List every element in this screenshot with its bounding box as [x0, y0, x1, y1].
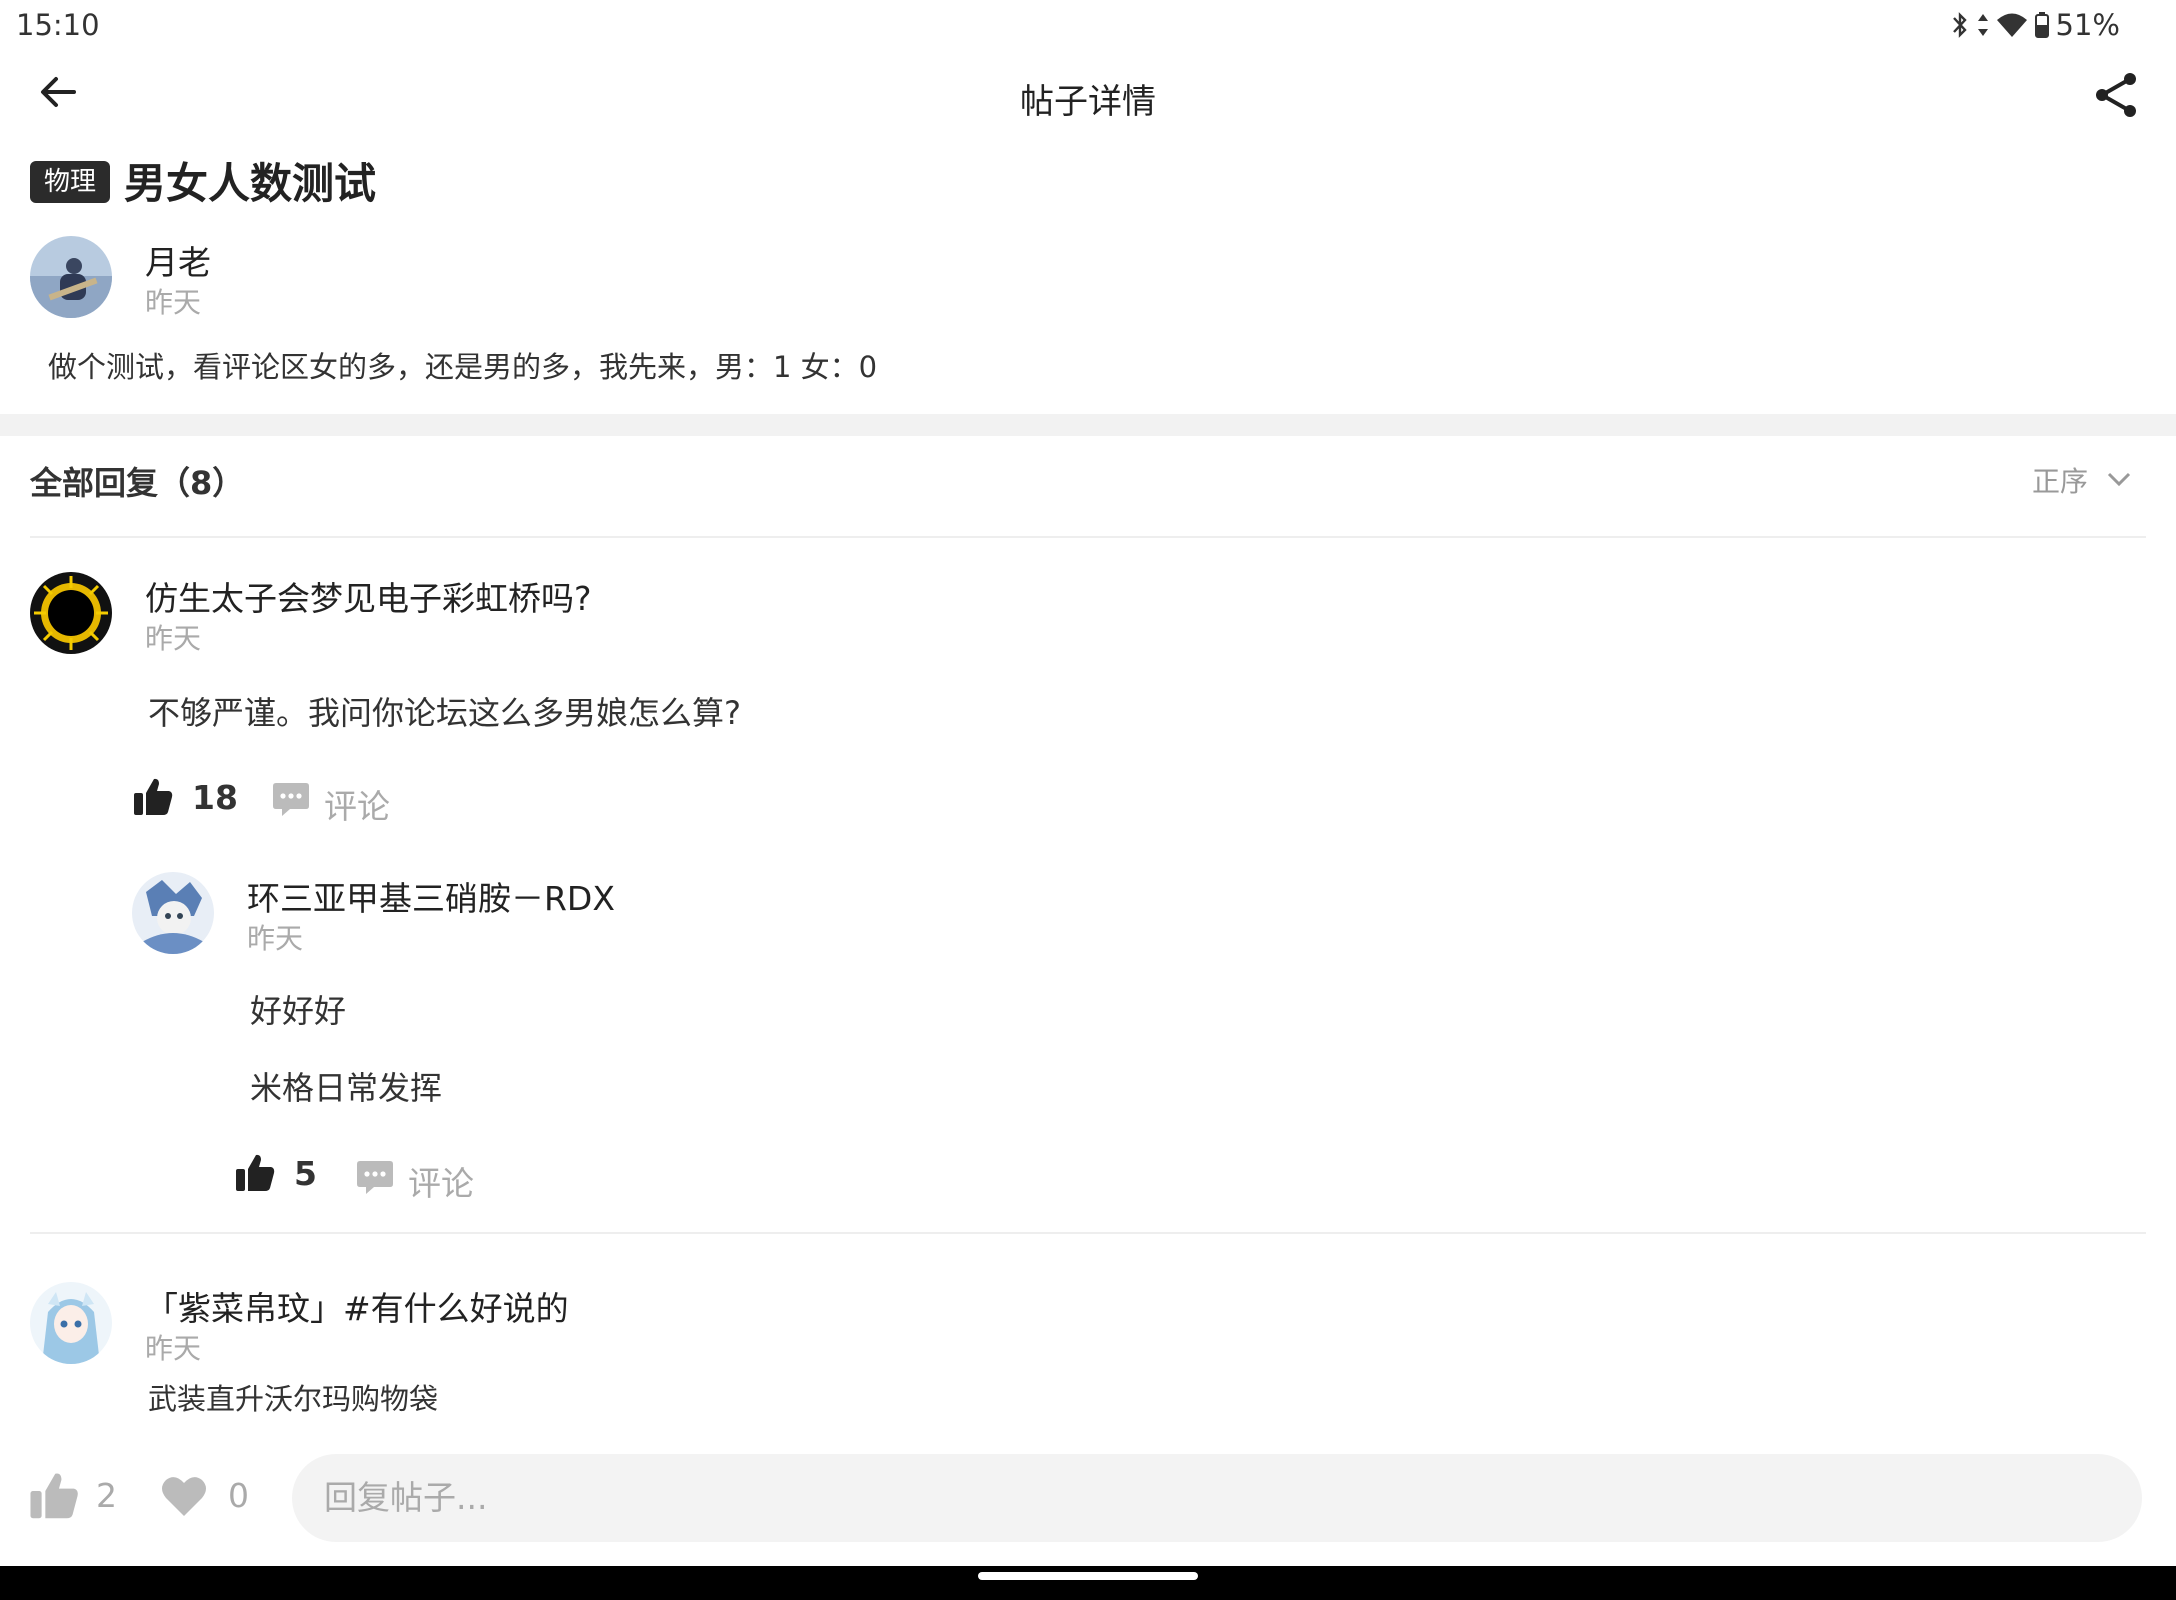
sort-order-label[interactable]: 正序	[2032, 460, 2088, 500]
post-favorite-count: 0	[228, 1476, 249, 1515]
post-author-avatar[interactable]	[30, 236, 112, 318]
battery-icon	[2034, 12, 2049, 38]
avatar-image	[30, 236, 112, 318]
reply-comment-button[interactable]: 评论	[324, 780, 390, 828]
thumbs-up-icon[interactable]	[132, 776, 174, 818]
bluetooth-icon	[1952, 12, 1967, 38]
sub-reply-time: 昨天	[247, 922, 304, 955]
reply-author-name[interactable]: 「紫菜帛玟」#有什么好说的	[145, 1282, 569, 1330]
chevron-down-icon[interactable]	[2104, 464, 2134, 494]
heart-icon[interactable]	[160, 1474, 208, 1518]
sub-reply-text-line: 好好好	[250, 992, 347, 1030]
sub-reply-comment-button[interactable]: 评论	[408, 1157, 474, 1205]
divider-line	[30, 1232, 2146, 1234]
status-time: 15:10	[16, 8, 100, 42]
post-category-tag[interactable]: 物理	[30, 161, 111, 203]
sub-reply-text-line: 米格日常发挥	[250, 1069, 443, 1107]
section-divider	[0, 414, 2176, 436]
comment-bubble-icon[interactable]	[356, 1158, 394, 1196]
avatar-image	[30, 1282, 112, 1364]
reply-time: 昨天	[145, 1332, 202, 1365]
avatar-image	[30, 572, 112, 654]
reply-text: 武装直升沃尔玛购物袋	[148, 1382, 439, 1416]
reply-avatar[interactable]	[30, 1282, 112, 1364]
post-title: 男女人数测试	[124, 159, 377, 208]
divider-line	[30, 536, 2146, 538]
page-title: 帖子详情	[1020, 82, 1156, 122]
sub-reply-author-name[interactable]: 环三亚甲基三硝胺－RDX	[247, 872, 615, 920]
all-replies-heading: 全部回复（8）	[30, 464, 245, 502]
share-icon[interactable]	[2092, 70, 2140, 120]
post-body: 做个测试，看评论区女的多，还是男的多，我先来，男：1 女：0	[48, 350, 878, 384]
reply-time: 昨天	[145, 622, 202, 655]
post-time: 昨天	[145, 286, 202, 319]
thumbs-up-icon[interactable]	[28, 1470, 80, 1522]
reply-avatar[interactable]	[30, 572, 112, 654]
battery-percent: 51%	[2055, 8, 2120, 42]
sub-reply-avatar[interactable]	[132, 872, 214, 954]
avatar-image	[132, 872, 214, 954]
wifi-icon	[1996, 13, 2027, 37]
comment-bubble-icon[interactable]	[272, 780, 310, 818]
reply-author-name[interactable]: 仿生太子会梦见电子彩虹桥吗?	[145, 572, 592, 620]
post-author-name[interactable]: 月老	[145, 236, 211, 284]
thumbs-up-icon[interactable]	[234, 1152, 276, 1194]
reply-text: 不够严谨。我问你论坛这么多男娘怎么算?	[148, 694, 741, 732]
data-arrows-icon	[1977, 14, 1988, 36]
home-gesture-handle[interactable]	[978, 1572, 1198, 1580]
reply-like-count: 18	[192, 778, 238, 817]
sub-reply-like-count: 5	[294, 1154, 317, 1193]
status-icons: 51%	[1950, 8, 2120, 42]
reply-input[interactable]: 回复帖子...	[292, 1454, 2142, 1542]
post-like-count: 2	[96, 1476, 117, 1515]
screen: 15:10 51% 帖子详情 物理 男女人数测试 月老 昨天 做个测试，看评论区…	[0, 0, 2176, 1600]
